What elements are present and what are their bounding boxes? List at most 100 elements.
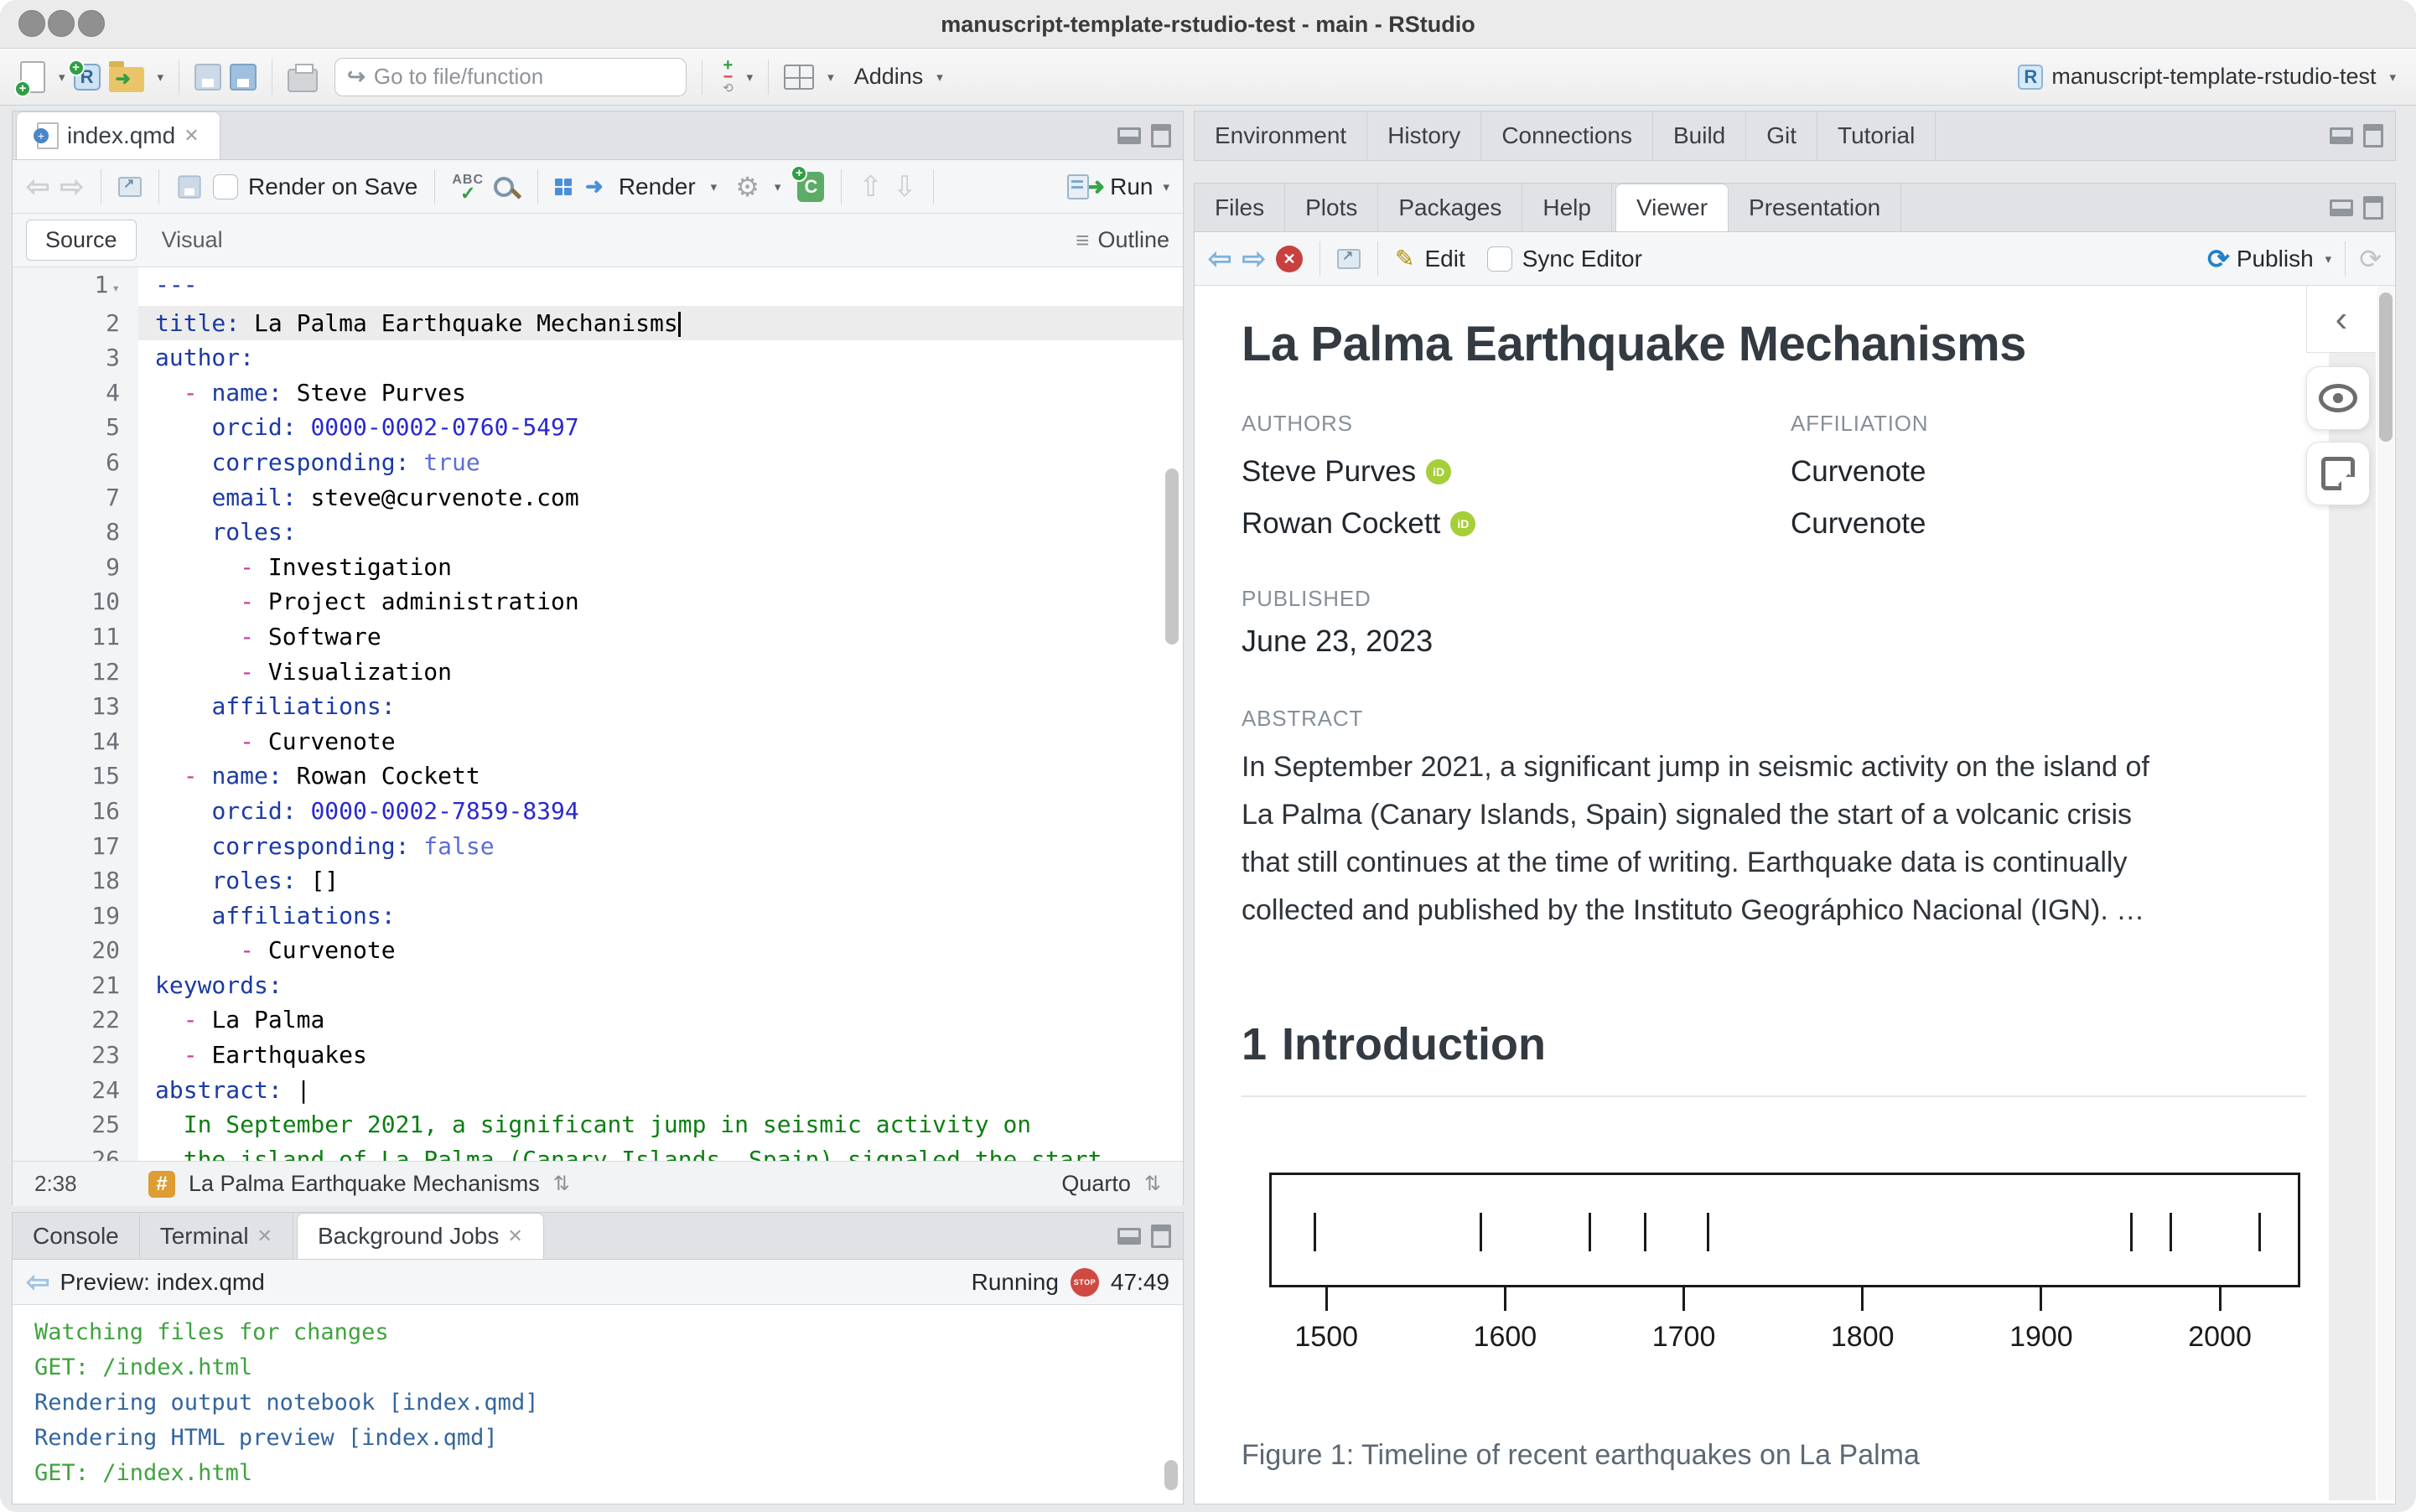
- section-selector-icon[interactable]: ⇅: [553, 1172, 570, 1196]
- section-breadcrumb[interactable]: La Palma Earthquake Mechanisms: [189, 1171, 540, 1197]
- console-scrollbar[interactable]: [1164, 1460, 1178, 1490]
- code-line-26[interactable]: 26 the island of La Palma (Canary Island…: [13, 1142, 1183, 1161]
- code-line-16[interactable]: 16 orcid: 0000-0002-7859-8394: [13, 794, 1183, 829]
- gear-icon[interactable]: ⚙: [735, 171, 760, 203]
- code-line-9[interactable]: 9 - Investigation: [13, 550, 1183, 585]
- code-line-5[interactable]: 5 orcid: 0000-0002-0760-5497: [13, 410, 1183, 445]
- minimize-pane-icon[interactable]: [1117, 1228, 1141, 1245]
- back-icon[interactable]: ⇦: [26, 170, 50, 204]
- tab-packages[interactable]: Packages: [1378, 184, 1522, 231]
- code-line-12[interactable]: 12 - Visualization: [13, 655, 1183, 690]
- code-line-3[interactable]: 3author:: [13, 340, 1183, 375]
- editor-scrollbar[interactable]: [1165, 469, 1179, 645]
- insert-chunk-icon[interactable]: C+: [797, 172, 824, 202]
- viewer-forward-icon[interactable]: ⇨: [1242, 242, 1267, 276]
- tab-tutorial[interactable]: Tutorial: [1817, 111, 1936, 160]
- orcid-icon[interactable]: iD: [1426, 459, 1451, 484]
- publish-button[interactable]: Publish: [2237, 246, 2314, 272]
- run-next-chunk-icon[interactable]: ⇩: [893, 170, 917, 204]
- code-line-23[interactable]: 23 - Earthquakes: [13, 1038, 1183, 1073]
- code-line-2[interactable]: 2title: La Palma Earthquake Mechanisms: [13, 306, 1183, 341]
- code-line-7[interactable]: 7 email: steve@curvenote.com: [13, 480, 1183, 515]
- console-output[interactable]: Watching files for changesGET: /index.ht…: [13, 1305, 1183, 1504]
- run-previous-chunks-icon[interactable]: ⇧: [858, 170, 883, 204]
- run-button[interactable]: Run: [1110, 173, 1153, 200]
- code-line-8[interactable]: 8 roles:: [13, 515, 1183, 550]
- render-dropdown[interactable]: ▾: [711, 179, 718, 194]
- toc-collapse-button[interactable]: ‹: [2306, 286, 2376, 353]
- tab-help[interactable]: Help: [1522, 184, 1612, 231]
- tab-history[interactable]: History: [1367, 111, 1481, 160]
- outline-button[interactable]: Outline: [1097, 227, 1169, 253]
- annotation-show-button[interactable]: [2306, 366, 2370, 430]
- tab-connections[interactable]: Connections: [1481, 111, 1653, 160]
- popout-window-icon[interactable]: [118, 177, 142, 197]
- workspace-panes-icon[interactable]: [784, 65, 814, 90]
- new-file-icon[interactable]: +: [20, 61, 45, 93]
- maximize-pane-icon[interactable]: [1151, 124, 1171, 148]
- viewer-scrollbar[interactable]: [2379, 293, 2393, 442]
- tab-terminal[interactable]: Terminal✕: [140, 1213, 293, 1259]
- code-line-25[interactable]: 25 In September 2021, a significant jump…: [13, 1107, 1183, 1142]
- render-on-save-checkbox[interactable]: [213, 174, 238, 199]
- tab-plots[interactable]: Plots: [1285, 184, 1378, 231]
- code-line-4[interactable]: 4 - name: Steve Purves: [13, 375, 1183, 411]
- file-mode[interactable]: Quarto: [1061, 1171, 1131, 1197]
- print-icon[interactable]: [288, 69, 318, 92]
- clear-viewer-icon[interactable]: ✕: [1276, 246, 1303, 272]
- goto-file-function-input[interactable]: ↪ Go to file/function: [334, 58, 687, 96]
- close-tab-icon[interactable]: ✕: [184, 125, 199, 147]
- save-all-icon[interactable]: [230, 64, 257, 91]
- visual-mode-button[interactable]: Visual: [162, 227, 223, 253]
- refresh-icon[interactable]: ⟳: [2359, 243, 2382, 275]
- workspace-panes-dropdown[interactable]: ▾: [827, 70, 834, 85]
- stop-job-icon[interactable]: STOP: [1071, 1268, 1099, 1297]
- project-menu[interactable]: R manuscript-template-rstudio-test ▾: [2018, 64, 2396, 90]
- tab-git[interactable]: Git: [1746, 111, 1817, 160]
- tab-files[interactable]: Files: [1195, 184, 1285, 231]
- spellcheck-icon[interactable]: ABC✓: [452, 173, 484, 200]
- tab-viewer[interactable]: Viewer: [1615, 184, 1729, 231]
- addins-menu[interactable]: Addins: [854, 64, 924, 90]
- code-line-21[interactable]: 21keywords:: [13, 968, 1183, 1003]
- tab-console[interactable]: Console: [13, 1213, 140, 1259]
- gear-dropdown[interactable]: ▾: [775, 179, 781, 194]
- tab-index-qmd[interactable]: + index.qmd ✕: [16, 111, 220, 159]
- forward-icon[interactable]: ⇨: [60, 170, 85, 204]
- code-line-14[interactable]: 14 - Curvenote: [13, 724, 1183, 759]
- code-line-6[interactable]: 6 corresponding: true: [13, 445, 1183, 480]
- search-icon[interactable]: [494, 177, 514, 197]
- fold-arrow-icon[interactable]: ▾: [111, 280, 120, 296]
- publish-dropdown[interactable]: ▾: [2325, 251, 2332, 267]
- tab-build[interactable]: Build: [1653, 111, 1746, 160]
- tab-background-jobs[interactable]: Background Jobs✕: [297, 1213, 544, 1259]
- code-line-18[interactable]: 18 roles: []: [13, 863, 1183, 898]
- save-icon[interactable]: [178, 175, 200, 198]
- new-file-dropdown[interactable]: ▾: [59, 70, 65, 85]
- tab-environment[interactable]: Environment: [1195, 111, 1367, 160]
- save-icon[interactable]: [194, 64, 221, 91]
- code-line-22[interactable]: 22 - La Palma: [13, 1002, 1183, 1038]
- minimize-pane-icon[interactable]: [2330, 127, 2353, 144]
- maximize-pane-icon[interactable]: [1151, 1225, 1171, 1248]
- job-back-icon[interactable]: ⇦: [26, 1266, 50, 1299]
- close-tab-icon[interactable]: ✕: [507, 1225, 522, 1247]
- mode-selector-icon[interactable]: ⇅: [1144, 1172, 1161, 1196]
- maximize-pane-icon[interactable]: [2363, 124, 2383, 148]
- render-button[interactable]: Render: [619, 173, 696, 200]
- tab-presentation[interactable]: Presentation: [1729, 184, 1901, 231]
- edit-button[interactable]: Edit: [1424, 246, 1465, 272]
- code-line-11[interactable]: 11 - Software: [13, 619, 1183, 655]
- sync-editor-checkbox[interactable]: [1487, 246, 1512, 272]
- source-mode-button[interactable]: Source: [26, 220, 137, 261]
- minimize-pane-icon[interactable]: [2330, 199, 2353, 216]
- code-line-13[interactable]: 13 affiliations:: [13, 689, 1183, 724]
- maximize-pane-icon[interactable]: [2363, 196, 2383, 220]
- orcid-icon[interactable]: iD: [1450, 511, 1475, 536]
- code-line-1[interactable]: 1▾---: [13, 267, 1183, 306]
- code-line-10[interactable]: 10 - Project administration: [13, 584, 1183, 619]
- new-project-icon[interactable]: R+: [74, 64, 101, 91]
- version-control-dropdown[interactable]: ▾: [747, 70, 754, 85]
- version-control-icon[interactable]: + − ⟲: [723, 60, 734, 95]
- run-dropdown[interactable]: ▾: [1163, 179, 1169, 194]
